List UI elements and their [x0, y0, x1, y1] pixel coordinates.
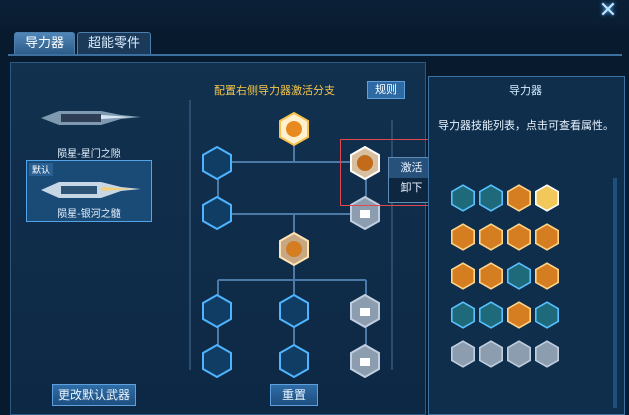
- skill-slot: [563, 340, 587, 368]
- skill-lock-icon[interactable]: [507, 340, 531, 368]
- scrollbar[interactable]: [613, 178, 617, 408]
- skill-orange-icon[interactable]: [479, 223, 503, 251]
- branch-node-empty[interactable]: [279, 294, 309, 328]
- right-panel-description: 导力器技能列表，点击可查看属性。: [438, 119, 614, 132]
- ship-icon: [41, 111, 141, 125]
- tab-power-device[interactable]: 导力器: [14, 32, 76, 55]
- skill-slot: [563, 262, 587, 290]
- ship-icon: [41, 182, 141, 198]
- skill-orange-active-icon[interactable]: [535, 184, 559, 212]
- skill-lock-icon[interactable]: [535, 340, 559, 368]
- branch-node-empty[interactable]: [202, 146, 232, 180]
- skill-check-icon[interactable]: [479, 301, 503, 329]
- top-bar: [0, 0, 629, 28]
- skill-orange-icon[interactable]: [451, 223, 475, 251]
- tab-super-parts[interactable]: 超能零件: [77, 32, 152, 55]
- skill-check-icon[interactable]: [451, 184, 475, 212]
- weapon-name: 陨星-银河之髓: [57, 209, 121, 220]
- branch-node-empty[interactable]: [279, 344, 309, 378]
- skill-lock-icon[interactable]: [479, 340, 503, 368]
- skill-check-icon[interactable]: [535, 301, 559, 329]
- branch-node-top[interactable]: [279, 112, 309, 146]
- skill-check-icon[interactable]: [451, 301, 475, 329]
- branch-node-empty[interactable]: [202, 294, 232, 328]
- branch-node-middle[interactable]: [279, 232, 309, 266]
- change-default-weapon-button[interactable]: 更改默认武器: [52, 384, 136, 406]
- skill-orange-icon[interactable]: [507, 301, 531, 329]
- right-panel-title: 导力器: [509, 84, 542, 97]
- weapon-item-galaxy[interactable]: 默认 陨星-银河之髓: [26, 160, 152, 222]
- weapon-item-stargate[interactable]: 陨星-星门之隙: [26, 100, 152, 162]
- skill-check-icon[interactable]: [479, 184, 503, 212]
- tab-bar: 导力器 超能零件: [14, 32, 153, 55]
- skill-slot: [563, 184, 587, 212]
- skill-check-icon[interactable]: [507, 262, 531, 290]
- rules-button[interactable]: 规则: [367, 81, 405, 99]
- config-title: 配置右侧导力器激活分支: [214, 84, 335, 97]
- weapon-name: 陨星-星门之隙: [57, 149, 121, 160]
- skill-lock-icon[interactable]: [451, 340, 475, 368]
- tab-divider: [8, 54, 622, 56]
- skill-slot: [563, 223, 587, 251]
- branch-node-locked[interactable]: [350, 294, 380, 328]
- branch-node-locked[interactable]: [350, 344, 380, 378]
- default-badge: 默认: [29, 163, 54, 176]
- skill-orange-icon[interactable]: [535, 262, 559, 290]
- branch-node-empty[interactable]: [202, 344, 232, 378]
- skill-orange-icon[interactable]: [507, 184, 531, 212]
- branch-node-empty[interactable]: [202, 196, 232, 230]
- skill-slot: [563, 301, 587, 329]
- close-icon[interactable]: ✕: [597, 0, 619, 22]
- skill-orange-icon[interactable]: [535, 223, 559, 251]
- skill-grid: [451, 184, 591, 368]
- skill-orange-icon[interactable]: [479, 262, 503, 290]
- reset-button[interactable]: 重置: [270, 384, 318, 406]
- skill-orange-icon[interactable]: [507, 223, 531, 251]
- skill-orange-icon[interactable]: [451, 262, 475, 290]
